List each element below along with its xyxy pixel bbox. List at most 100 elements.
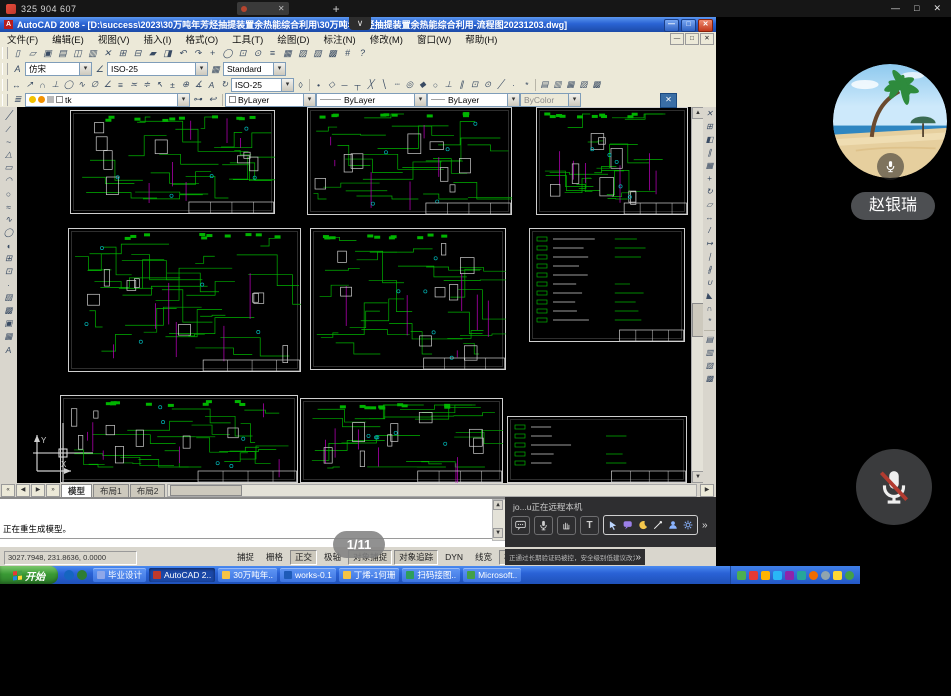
status-toggle[interactable]: 线宽: [470, 550, 497, 565]
snap-center-icon[interactable]: ◎: [403, 78, 416, 91]
tray-icon-6[interactable]: [797, 571, 806, 580]
menu-dimension[interactable]: 标注(N): [317, 32, 363, 46]
toolbar-grip[interactable]: [2, 47, 8, 59]
break-icon[interactable]: ∦: [703, 263, 716, 276]
dim-angular-icon[interactable]: ∠: [101, 78, 114, 91]
task-biyesheji[interactable]: 毕业设计: [93, 568, 146, 582]
copy-object-icon[interactable]: ⊞: [703, 120, 716, 133]
mute-microphone-button[interactable]: [856, 449, 932, 525]
chamfer-icon[interactable]: ◣: [703, 289, 716, 302]
dim-edit-icon[interactable]: ∡: [192, 78, 205, 91]
tolerance-icon[interactable]: ±: [166, 78, 179, 91]
draworder-annotate-icon[interactable]: ▩: [590, 78, 603, 91]
make-block-icon[interactable]: ⊡: [2, 265, 15, 278]
temp-track-icon[interactable]: •: [312, 78, 325, 91]
offset-icon[interactable]: ∥: [703, 146, 716, 159]
dim-ordinate-icon[interactable]: ⊥: [49, 78, 62, 91]
menu-insert[interactable]: 插入(I): [136, 32, 178, 46]
horizontal-scrollbar[interactable]: [167, 484, 697, 497]
paste-icon[interactable]: ⊟: [130, 46, 145, 60]
make-object-layer-current-icon[interactable]: ⊶: [190, 93, 205, 107]
layer-combo[interactable]: tk▾: [25, 93, 190, 107]
horizontal-scroll-thumb[interactable]: [170, 485, 242, 496]
block-editor-icon[interactable]: ◨: [160, 46, 175, 60]
polyline-icon[interactable]: ~: [2, 135, 15, 148]
acad-minimize-button[interactable]: —: [664, 19, 679, 32]
spline-icon[interactable]: ∿: [2, 213, 15, 226]
layer-properties-manager-icon[interactable]: ≣: [10, 93, 25, 107]
region-icon[interactable]: ▣: [2, 317, 15, 330]
task-dingxi[interactable]: 丁烯-1何珊: [339, 568, 400, 582]
menu-edit[interactable]: 编辑(E): [45, 32, 91, 46]
move-icon[interactable]: +: [703, 172, 716, 185]
expand-toolbar-chevron[interactable]: »: [702, 520, 708, 531]
new-file-icon[interactable]: ▯: [10, 46, 25, 60]
snap-from-icon[interactable]: ◇: [325, 78, 338, 91]
tray-icon-2[interactable]: [749, 571, 758, 580]
undo-icon[interactable]: ↶: [175, 46, 190, 60]
array-icon[interactable]: ▦: [703, 159, 716, 172]
tray-icon-10[interactable]: [845, 571, 854, 580]
snap-tangent-icon[interactable]: ○: [429, 78, 442, 91]
tray-icon-1[interactable]: [737, 571, 746, 580]
dim-update-icon[interactable]: ↻: [218, 78, 231, 91]
dim-diameter-icon[interactable]: ∅: [88, 78, 101, 91]
tab-nav-arrow[interactable]: ▶: [31, 484, 45, 497]
tray-icon-3[interactable]: [761, 571, 770, 580]
table-style-combo[interactable]: Standard▾: [223, 62, 286, 76]
draworder-below-icon[interactable]: ▧: [577, 78, 590, 91]
doc-close-button[interactable]: ✕: [700, 33, 714, 45]
task-saoma[interactable]: 扫码接图..: [402, 568, 460, 582]
settings-gear-icon[interactable]: [682, 519, 694, 531]
mtext-icon[interactable]: A: [2, 343, 15, 356]
construction-line-icon[interactable]: ∕: [2, 122, 15, 135]
acad-close-button[interactable]: ✕: [698, 19, 713, 32]
table-icon[interactable]: ▦: [2, 330, 15, 343]
menu-tools[interactable]: 工具(T): [225, 32, 270, 46]
extend-icon[interactable]: ↦: [703, 237, 716, 250]
snap-extension-icon[interactable]: ┄: [390, 78, 403, 91]
zoom-realtime-icon[interactable]: ◯: [220, 46, 235, 60]
app-minimize-button[interactable]: —: [891, 3, 900, 14]
layout-tab[interactable]: 布局1: [93, 484, 129, 497]
snap-none-icon[interactable]: ·: [507, 78, 520, 91]
floating-toolbar-close-icon[interactable]: ✕: [660, 93, 677, 108]
tab-nav-arrow[interactable]: »: [46, 484, 60, 497]
snap-apparent-icon[interactable]: ╲: [377, 78, 390, 91]
plot-icon[interactable]: ▤: [55, 46, 70, 60]
new-tab-button[interactable]: +: [333, 4, 340, 14]
quick-leader-icon[interactable]: ↖: [153, 78, 166, 91]
menu-modify[interactable]: 修改(M): [363, 32, 410, 46]
snap-intersection-icon[interactable]: ╳: [364, 78, 377, 91]
mic-icon[interactable]: [534, 516, 553, 535]
text-style-manager-icon[interactable]: A: [10, 62, 25, 76]
snap-endpoint-icon[interactable]: ─: [338, 78, 351, 91]
task-microsoft[interactable]: Microsoft..: [463, 568, 521, 582]
explode-icon[interactable]: *: [703, 315, 716, 328]
sheetset-manager-icon[interactable]: ▨: [310, 46, 325, 60]
text-tool-icon[interactable]: T: [580, 516, 599, 535]
layout-tab[interactable]: 模型: [61, 484, 92, 497]
osnap-settings-icon[interactable]: *: [520, 78, 533, 91]
dim-style-combo[interactable]: ISO-25▾: [107, 62, 208, 76]
menu-help[interactable]: 帮助(H): [458, 32, 504, 46]
tray-icon-5[interactable]: [785, 571, 794, 580]
menu-format[interactable]: 格式(O): [178, 32, 225, 46]
draworder-back-icon[interactable]: ▥: [551, 78, 564, 91]
draworder-front-icon[interactable]: ▤: [538, 78, 551, 91]
snap-node-icon[interactable]: ⊙: [481, 78, 494, 91]
comment-bubble-icon[interactable]: [622, 519, 634, 531]
dim-style-manager-icon[interactable]: ∠: [92, 62, 107, 76]
toolbar-grip[interactable]: [2, 79, 8, 91]
tray-icon-7[interactable]: [809, 571, 818, 580]
fillet-icon[interactable]: ∩: [703, 302, 716, 315]
text-style-combo[interactable]: 仿宋▾: [25, 62, 92, 76]
ellipse-arc-icon[interactable]: ◖: [2, 239, 15, 252]
remote-cursor-icon[interactable]: [607, 519, 619, 531]
snap-nearest-icon[interactable]: ╱: [494, 78, 507, 91]
session-tab[interactable]: ✕: [237, 2, 289, 15]
status-toggle[interactable]: DYN: [440, 550, 468, 565]
doc-minimize-button[interactable]: —: [670, 33, 684, 45]
zoom-window-icon[interactable]: ⊡: [235, 46, 250, 60]
rectangle-icon[interactable]: ▭: [2, 161, 15, 174]
